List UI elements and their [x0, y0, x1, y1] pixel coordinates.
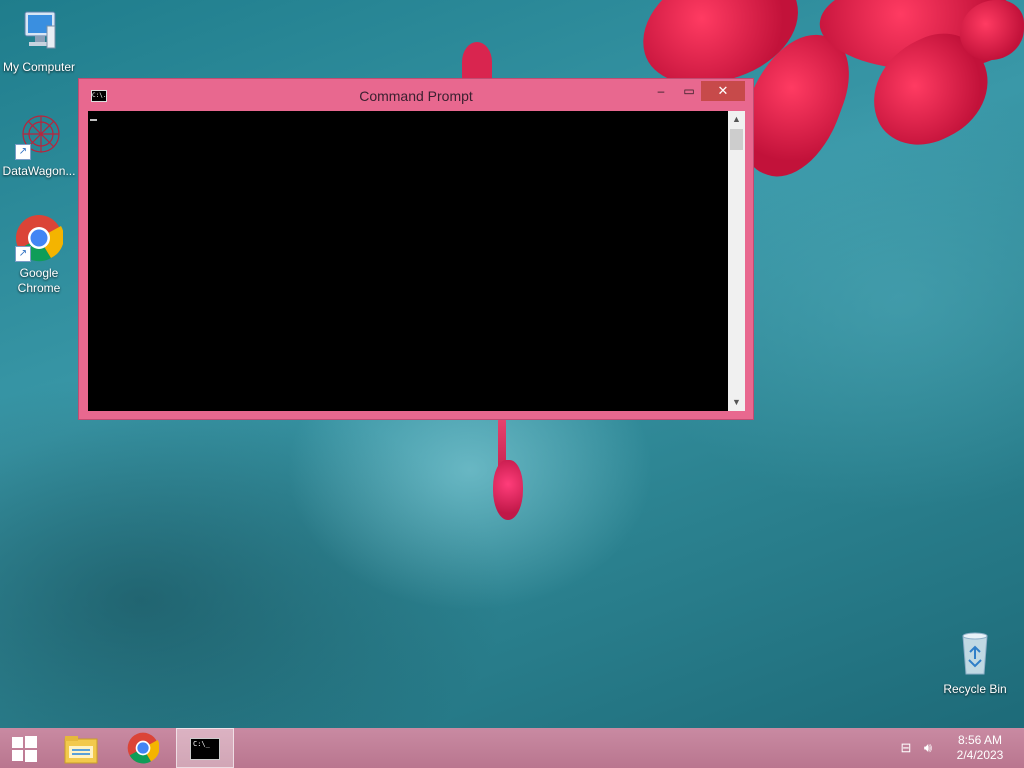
- maximize-button[interactable]: ▭: [681, 81, 697, 101]
- text-cursor: [90, 119, 97, 121]
- command-prompt-window[interactable]: C:\. Command Prompt – ▭ ✕ ▲ ▼: [78, 78, 754, 420]
- scroll-up-arrow-icon[interactable]: ▲: [728, 111, 745, 128]
- system-clock[interactable]: 8:56 AM 2/4/2023: [944, 733, 1016, 763]
- taskbar-google-chrome[interactable]: [120, 728, 166, 768]
- chrome-icon: ↗: [15, 214, 64, 262]
- folder-icon: [64, 736, 98, 764]
- recycle-bin-icon: [951, 630, 999, 678]
- window-titlebar[interactable]: C:\. Command Prompt – ▭ ✕: [79, 79, 753, 111]
- window-title: Command Prompt: [359, 88, 473, 104]
- clock-date: 2/4/2023: [956, 748, 1004, 762]
- start-button[interactable]: [0, 728, 48, 768]
- desktop-icon-label: DataWagon...: [2, 164, 76, 178]
- minimize-button[interactable]: –: [653, 81, 669, 101]
- shortcut-arrow-icon: ↗: [15, 246, 31, 262]
- taskbar-command-prompt[interactable]: C:\_: [176, 728, 234, 768]
- taskbar: C:\_ ⊟ 🔊︎ 8:56 AM 2/4/2023: [0, 728, 1024, 768]
- close-button[interactable]: ✕: [701, 81, 745, 101]
- desktop-icon-recycle-bin[interactable]: Recycle Bin: [936, 630, 1014, 697]
- desktop-icon-label: Recycle Bin: [943, 682, 1007, 696]
- desktop-icon-google-chrome[interactable]: ↗ Google Chrome: [0, 214, 78, 296]
- desktop-icon-label: Google Chrome: [17, 266, 61, 295]
- datawagon-icon: ↗: [15, 112, 63, 160]
- network-icon[interactable]: ⊟: [898, 740, 914, 756]
- cmd-icon: C:\_: [190, 738, 220, 760]
- chrome-icon: [127, 732, 159, 764]
- console-output[interactable]: [88, 111, 728, 411]
- clock-time: 8:56 AM: [957, 733, 1003, 747]
- taskbar-file-explorer[interactable]: [58, 728, 104, 768]
- volume-icon[interactable]: 🔊︎: [920, 740, 936, 756]
- scroll-down-arrow-icon[interactable]: ▼: [728, 394, 745, 411]
- computer-icon: [15, 8, 63, 56]
- desktop-icon-my-computer[interactable]: My Computer: [0, 8, 78, 75]
- desktop-icon-datawagon[interactable]: ↗ DataWagon...: [0, 112, 78, 179]
- vertical-scrollbar[interactable]: ▲ ▼: [728, 111, 745, 411]
- desktop-icon-label: My Computer: [2, 60, 76, 74]
- scrollbar-thumb[interactable]: [730, 129, 743, 150]
- shortcut-arrow-icon: ↗: [15, 144, 31, 160]
